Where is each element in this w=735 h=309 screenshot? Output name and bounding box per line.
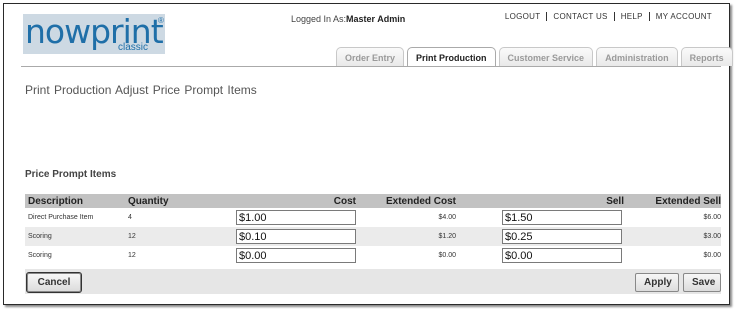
logged-in-user: Master Admin [346,14,406,24]
row-description: Scoring [28,252,52,259]
table-header: Description Quantity Cost Extended Cost … [25,194,721,208]
tab-divider [21,66,721,67]
sell-cell [456,229,624,244]
contact-us-link[interactable]: CONTACT US [546,12,613,21]
header-quantity: Quantity [128,195,169,207]
cancel-button[interactable]: Cancel [26,272,82,293]
table-row: Scoring 12 $1.20 $3.00 [25,227,721,246]
row-extended-sell: $6.00 [703,214,721,221]
logged-in-status: Logged In As:Master Admin [291,14,405,24]
tab-print-production[interactable]: Print Production [407,47,496,67]
header-sell: Sell [606,195,624,207]
page-title: Print Production Adjust Price Prompt Ite… [25,83,257,97]
logout-link[interactable]: LOGOUT [499,12,547,21]
cost-cell [233,229,356,244]
cost-cell [233,248,356,263]
sell-input[interactable] [502,210,622,225]
table-row: Direct Purchase Item 4 $4.00 $6.00 [25,208,721,227]
row-description: Scoring [28,233,52,240]
nowprint-logo[interactable]: nowprint ® classic [23,12,165,54]
row-quantity: 12 [128,233,136,240]
logo-subtitle: classic [118,42,149,53]
sell-input[interactable] [502,229,622,244]
section-title: Price Prompt Items [25,169,117,180]
my-account-link[interactable]: MY ACCOUNT [648,12,712,21]
tab-customer-service[interactable]: Customer Service [498,47,594,66]
help-link[interactable]: HELP [613,12,649,21]
header-description: Description [28,195,84,207]
cost-input[interactable] [236,248,356,263]
sell-input[interactable] [502,248,622,263]
logo-registered-mark: ® [158,16,164,25]
tab-reports[interactable]: Reports [680,47,733,66]
row-extended-sell: $0.00 [703,252,721,259]
table-row: Scoring 12 $0.00 $0.00 [25,246,721,265]
row-description: Direct Purchase Item [28,214,94,221]
cost-input[interactable] [236,229,356,244]
row-extended-cost: $0.00 [438,252,456,259]
apply-button[interactable]: Apply [635,273,679,292]
tab-administration[interactable]: Administration [596,47,678,66]
header-extended-sell: Extended Sell [655,195,721,207]
top-links: LOGOUT CONTACT US HELP MY ACCOUNT [499,12,712,21]
row-extended-cost: $1.20 [438,233,456,240]
row-extended-cost: $4.00 [438,214,456,221]
app-window: nowprint ® classic Logged In As:Master A… [3,3,733,305]
tab-order-entry[interactable]: Order Entry [336,47,405,66]
header-extended-cost: Extended Cost [385,195,456,207]
row-extended-sell: $3.00 [703,233,721,240]
price-prompt-table: Description Quantity Cost Extended Cost … [25,194,721,265]
row-quantity: 4 [128,214,132,221]
cost-cell [233,210,356,225]
save-button[interactable]: Save [683,273,721,292]
cost-input[interactable] [236,210,356,225]
row-quantity: 12 [128,252,136,259]
sell-cell [456,248,624,263]
button-bar: Cancel Apply Save [25,269,721,294]
main-tabs: Order Entry Print Production Customer Se… [336,47,733,67]
header-cost: Cost [333,195,356,207]
sell-cell [456,210,624,225]
logged-in-label: Logged In As: [291,14,347,24]
